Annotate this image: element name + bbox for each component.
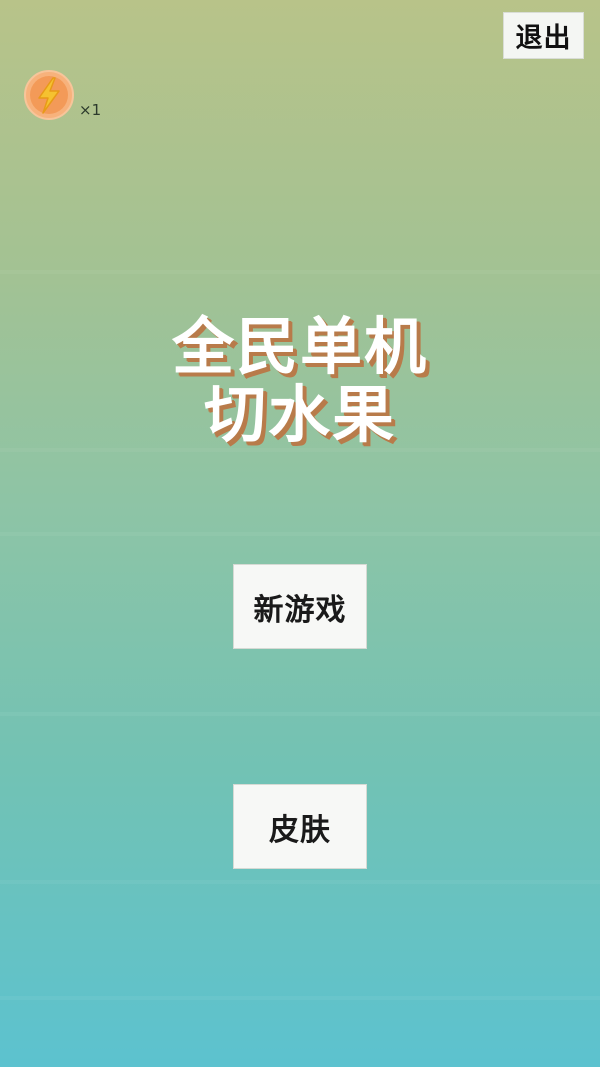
game-menu-screen: 退出 ×1 全民单机 切水果 新游戏 皮肤 (0, 0, 600, 1067)
game-title-line-1: 全民单机 (171, 310, 428, 383)
background-texture (0, 270, 600, 274)
powerup-count: ×1 (79, 101, 102, 119)
background-texture (0, 532, 600, 536)
background-texture (0, 712, 600, 716)
exit-button[interactable]: 退出 (503, 12, 584, 59)
background-texture (0, 996, 600, 1000)
background-texture (0, 880, 600, 884)
lightning-bolt-icon[interactable] (22, 70, 76, 120)
new-game-button[interactable]: 新游戏 (233, 564, 367, 649)
game-title-line-2: 切水果 (203, 378, 396, 451)
skin-button[interactable]: 皮肤 (233, 784, 367, 869)
